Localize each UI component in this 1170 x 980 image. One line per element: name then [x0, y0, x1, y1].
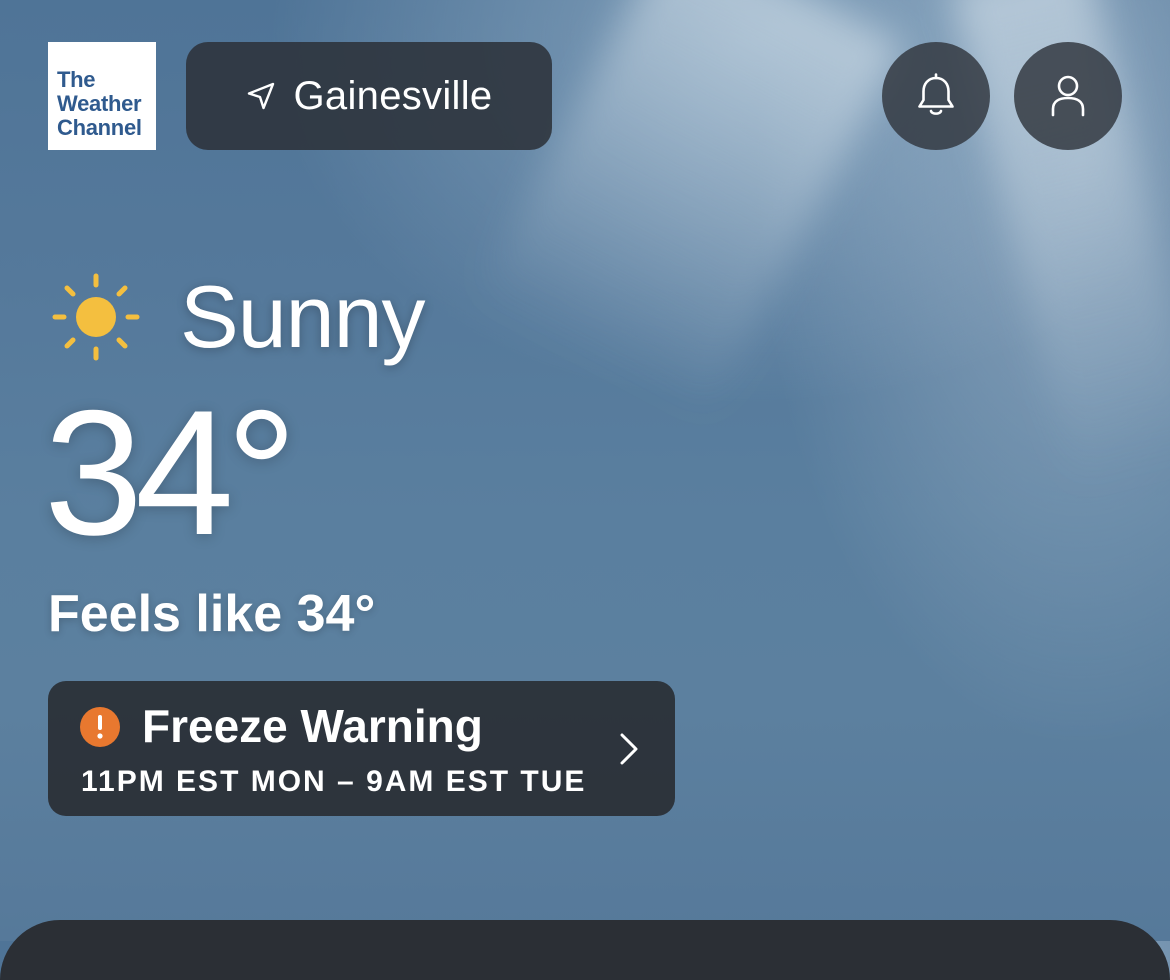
logo-line: The	[57, 67, 96, 92]
notifications-button[interactable]	[882, 42, 990, 150]
weather-channel-logo[interactable]: The Weather Channel	[48, 42, 156, 150]
condition-text: Sunny	[180, 267, 426, 366]
location-label: Gainesville	[293, 73, 493, 118]
sun-icon	[52, 273, 140, 361]
location-arrow-icon	[247, 82, 274, 110]
user-icon	[1051, 75, 1085, 117]
alert-time-range: 11PM EST MON – 9AM EST TUE	[81, 765, 587, 798]
current-temperature: 34°	[44, 373, 297, 572]
current-condition: Sunny	[50, 266, 426, 368]
alert-title: Freeze Warning	[142, 700, 483, 752]
logo-line: Channel	[57, 115, 142, 140]
freeze-warning-alert[interactable]: Freeze Warning 11PM EST MON – 9AM EST TU…	[48, 681, 675, 816]
feels-like-temperature: Feels like 34°	[48, 585, 376, 643]
profile-button[interactable]	[1014, 42, 1122, 150]
forecast-sheet[interactable]	[0, 920, 1170, 980]
exclamation-icon	[80, 707, 120, 747]
bell-icon	[918, 73, 954, 115]
location-button[interactable]: Gainesville	[186, 42, 552, 150]
chevron-right-icon	[620, 733, 638, 765]
logo-line: Weather	[57, 91, 142, 116]
